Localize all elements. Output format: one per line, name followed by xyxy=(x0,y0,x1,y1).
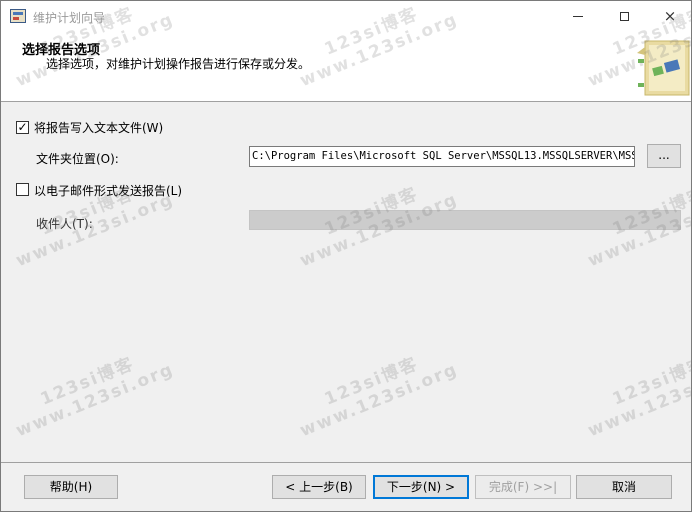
wizard-banner-icon xyxy=(637,40,690,96)
close-icon: × xyxy=(663,6,677,25)
finish-button: 完成(F) >>| xyxy=(475,475,571,499)
options-panel: ✓ 将报告写入文本文件(W) 文件夹位置(O): C:\Program File… xyxy=(1,102,691,462)
maximize-button[interactable] xyxy=(601,1,647,31)
wizard-header: 选择报告选项 选择选项，对维护计划操作报告进行保存或分发。 xyxy=(1,31,691,101)
close-button[interactable]: × xyxy=(647,1,691,31)
maximize-icon xyxy=(619,11,629,21)
window-title: 维护计划向导 xyxy=(33,11,106,25)
check-icon: ✓ xyxy=(17,120,28,134)
minimize-icon xyxy=(573,15,583,17)
email-report-checkbox[interactable] xyxy=(16,183,29,196)
app-icon xyxy=(10,9,26,23)
recipient-input xyxy=(249,210,681,230)
title-bar[interactable]: 维护计划向导 × xyxy=(1,1,691,31)
folder-location-label: 文件夹位置(O): xyxy=(36,152,119,166)
minimize-button[interactable] xyxy=(555,1,601,31)
browse-button[interactable]: ... xyxy=(647,144,681,168)
email-report-label[interactable]: 以电子邮件形式发送报告(L) xyxy=(34,182,182,199)
wizard-footer: 帮助(H) < 上一步(B) 下一步(N) > 完成(F) >>| 取消 xyxy=(1,463,691,511)
write-to-file-checkbox[interactable]: ✓ xyxy=(16,121,29,134)
wizard-window: 维护计划向导 × 选择报告选项 选择选项，对维护计划操作报告进行保存或分发。 ✓… xyxy=(0,0,692,512)
back-button[interactable]: < 上一步(B) xyxy=(272,475,366,499)
recipient-label: 收件人(T): xyxy=(36,217,93,231)
next-button[interactable]: 下一步(N) > xyxy=(373,475,469,499)
write-to-file-label[interactable]: 将报告写入文本文件(W) xyxy=(34,119,163,136)
folder-location-input[interactable]: C:\Program Files\Microsoft SQL Server\MS… xyxy=(249,146,635,167)
help-button[interactable]: 帮助(H) xyxy=(24,475,118,499)
cancel-button[interactable]: 取消 xyxy=(576,475,672,499)
page-subtitle: 选择选项，对维护计划操作报告进行保存或分发。 xyxy=(46,57,311,71)
